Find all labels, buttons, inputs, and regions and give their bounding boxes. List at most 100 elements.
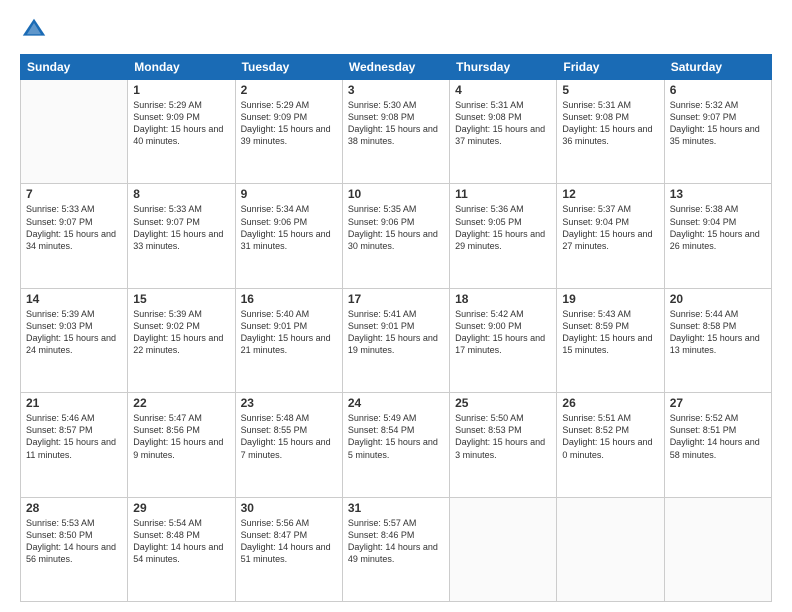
day-info: Sunrise: 5:39 AM Sunset: 9:02 PM Dayligh… (133, 308, 229, 357)
daylight-label: Daylight: 15 hours and 37 minutes. (455, 124, 545, 146)
sunrise-label: Sunrise: 5:39 AM (26, 309, 95, 319)
day-number: 6 (670, 83, 766, 97)
col-thursday: Thursday (450, 55, 557, 80)
day-info: Sunrise: 5:31 AM Sunset: 9:08 PM Dayligh… (455, 99, 551, 148)
daylight-label: Daylight: 15 hours and 29 minutes. (455, 229, 545, 251)
sunrise-label: Sunrise: 5:41 AM (348, 309, 417, 319)
calendar-day-cell: 20 Sunrise: 5:44 AM Sunset: 8:58 PM Dayl… (664, 288, 771, 392)
day-number: 24 (348, 396, 444, 410)
day-number: 4 (455, 83, 551, 97)
day-info: Sunrise: 5:52 AM Sunset: 8:51 PM Dayligh… (670, 412, 766, 461)
calendar-day-cell: 29 Sunrise: 5:54 AM Sunset: 8:48 PM Dayl… (128, 497, 235, 601)
calendar-day-cell: 22 Sunrise: 5:47 AM Sunset: 8:56 PM Dayl… (128, 393, 235, 497)
day-number: 17 (348, 292, 444, 306)
sunrise-label: Sunrise: 5:29 AM (241, 100, 310, 110)
sunrise-label: Sunrise: 5:44 AM (670, 309, 739, 319)
sunset-label: Sunset: 9:03 PM (26, 321, 93, 331)
daylight-label: Daylight: 15 hours and 15 minutes. (562, 333, 652, 355)
sunset-label: Sunset: 8:51 PM (670, 425, 737, 435)
day-info: Sunrise: 5:50 AM Sunset: 8:53 PM Dayligh… (455, 412, 551, 461)
calendar-day-cell: 27 Sunrise: 5:52 AM Sunset: 8:51 PM Dayl… (664, 393, 771, 497)
calendar-week-row: 14 Sunrise: 5:39 AM Sunset: 9:03 PM Dayl… (21, 288, 772, 392)
day-info: Sunrise: 5:49 AM Sunset: 8:54 PM Dayligh… (348, 412, 444, 461)
daylight-label: Daylight: 15 hours and 11 minutes. (26, 437, 116, 459)
daylight-label: Daylight: 14 hours and 54 minutes. (133, 542, 223, 564)
calendar-day-cell: 24 Sunrise: 5:49 AM Sunset: 8:54 PM Dayl… (342, 393, 449, 497)
calendar-day-cell: 4 Sunrise: 5:31 AM Sunset: 9:08 PM Dayli… (450, 80, 557, 184)
daylight-label: Daylight: 15 hours and 31 minutes. (241, 229, 331, 251)
calendar-day-cell: 6 Sunrise: 5:32 AM Sunset: 9:07 PM Dayli… (664, 80, 771, 184)
sunset-label: Sunset: 9:04 PM (562, 217, 629, 227)
day-info: Sunrise: 5:30 AM Sunset: 9:08 PM Dayligh… (348, 99, 444, 148)
sunset-label: Sunset: 9:01 PM (348, 321, 415, 331)
sunset-label: Sunset: 8:59 PM (562, 321, 629, 331)
header (20, 16, 772, 44)
col-tuesday: Tuesday (235, 55, 342, 80)
daylight-label: Daylight: 14 hours and 49 minutes. (348, 542, 438, 564)
day-number: 21 (26, 396, 122, 410)
calendar-table: Sunday Monday Tuesday Wednesday Thursday… (20, 54, 772, 602)
sunrise-label: Sunrise: 5:31 AM (562, 100, 631, 110)
calendar-day-cell: 19 Sunrise: 5:43 AM Sunset: 8:59 PM Dayl… (557, 288, 664, 392)
day-info: Sunrise: 5:46 AM Sunset: 8:57 PM Dayligh… (26, 412, 122, 461)
sunrise-label: Sunrise: 5:47 AM (133, 413, 202, 423)
day-number: 29 (133, 501, 229, 515)
calendar-day-cell: 10 Sunrise: 5:35 AM Sunset: 9:06 PM Dayl… (342, 184, 449, 288)
calendar-day-cell (450, 497, 557, 601)
calendar-day-cell: 5 Sunrise: 5:31 AM Sunset: 9:08 PM Dayli… (557, 80, 664, 184)
calendar-day-cell: 8 Sunrise: 5:33 AM Sunset: 9:07 PM Dayli… (128, 184, 235, 288)
day-info: Sunrise: 5:40 AM Sunset: 9:01 PM Dayligh… (241, 308, 337, 357)
day-info: Sunrise: 5:47 AM Sunset: 8:56 PM Dayligh… (133, 412, 229, 461)
day-info: Sunrise: 5:39 AM Sunset: 9:03 PM Dayligh… (26, 308, 122, 357)
sunset-label: Sunset: 9:05 PM (455, 217, 522, 227)
sunset-label: Sunset: 8:54 PM (348, 425, 415, 435)
day-number: 31 (348, 501, 444, 515)
day-number: 9 (241, 187, 337, 201)
sunrise-label: Sunrise: 5:31 AM (455, 100, 524, 110)
sunrise-label: Sunrise: 5:52 AM (670, 413, 739, 423)
sunset-label: Sunset: 8:48 PM (133, 530, 200, 540)
day-number: 28 (26, 501, 122, 515)
day-number: 22 (133, 396, 229, 410)
calendar-day-cell: 25 Sunrise: 5:50 AM Sunset: 8:53 PM Dayl… (450, 393, 557, 497)
day-info: Sunrise: 5:31 AM Sunset: 9:08 PM Dayligh… (562, 99, 658, 148)
sunset-label: Sunset: 9:09 PM (241, 112, 308, 122)
daylight-label: Daylight: 15 hours and 30 minutes. (348, 229, 438, 251)
daylight-label: Daylight: 15 hours and 17 minutes. (455, 333, 545, 355)
generalblue-logo-icon (20, 16, 48, 44)
sunrise-label: Sunrise: 5:56 AM (241, 518, 310, 528)
sunrise-label: Sunrise: 5:51 AM (562, 413, 631, 423)
calendar-week-row: 21 Sunrise: 5:46 AM Sunset: 8:57 PM Dayl… (21, 393, 772, 497)
sunset-label: Sunset: 8:58 PM (670, 321, 737, 331)
calendar-day-cell (664, 497, 771, 601)
calendar-header-row: Sunday Monday Tuesday Wednesday Thursday… (21, 55, 772, 80)
calendar-day-cell: 3 Sunrise: 5:30 AM Sunset: 9:08 PM Dayli… (342, 80, 449, 184)
sunrise-label: Sunrise: 5:33 AM (133, 204, 202, 214)
calendar-day-cell: 14 Sunrise: 5:39 AM Sunset: 9:03 PM Dayl… (21, 288, 128, 392)
sunset-label: Sunset: 9:08 PM (348, 112, 415, 122)
calendar-day-cell: 2 Sunrise: 5:29 AM Sunset: 9:09 PM Dayli… (235, 80, 342, 184)
daylight-label: Daylight: 15 hours and 34 minutes. (26, 229, 116, 251)
sunset-label: Sunset: 8:56 PM (133, 425, 200, 435)
sunset-label: Sunset: 9:07 PM (26, 217, 93, 227)
day-info: Sunrise: 5:43 AM Sunset: 8:59 PM Dayligh… (562, 308, 658, 357)
daylight-label: Daylight: 15 hours and 21 minutes. (241, 333, 331, 355)
daylight-label: Daylight: 15 hours and 0 minutes. (562, 437, 652, 459)
day-number: 5 (562, 83, 658, 97)
day-number: 2 (241, 83, 337, 97)
calendar-week-row: 28 Sunrise: 5:53 AM Sunset: 8:50 PM Dayl… (21, 497, 772, 601)
sunrise-label: Sunrise: 5:29 AM (133, 100, 202, 110)
col-sunday: Sunday (21, 55, 128, 80)
col-saturday: Saturday (664, 55, 771, 80)
sunrise-label: Sunrise: 5:38 AM (670, 204, 739, 214)
sunset-label: Sunset: 8:57 PM (26, 425, 93, 435)
day-number: 20 (670, 292, 766, 306)
calendar-day-cell: 9 Sunrise: 5:34 AM Sunset: 9:06 PM Dayli… (235, 184, 342, 288)
day-number: 14 (26, 292, 122, 306)
day-number: 25 (455, 396, 551, 410)
calendar-day-cell: 23 Sunrise: 5:48 AM Sunset: 8:55 PM Dayl… (235, 393, 342, 497)
daylight-label: Daylight: 15 hours and 33 minutes. (133, 229, 223, 251)
sunrise-label: Sunrise: 5:36 AM (455, 204, 524, 214)
calendar-week-row: 7 Sunrise: 5:33 AM Sunset: 9:07 PM Dayli… (21, 184, 772, 288)
day-number: 23 (241, 396, 337, 410)
